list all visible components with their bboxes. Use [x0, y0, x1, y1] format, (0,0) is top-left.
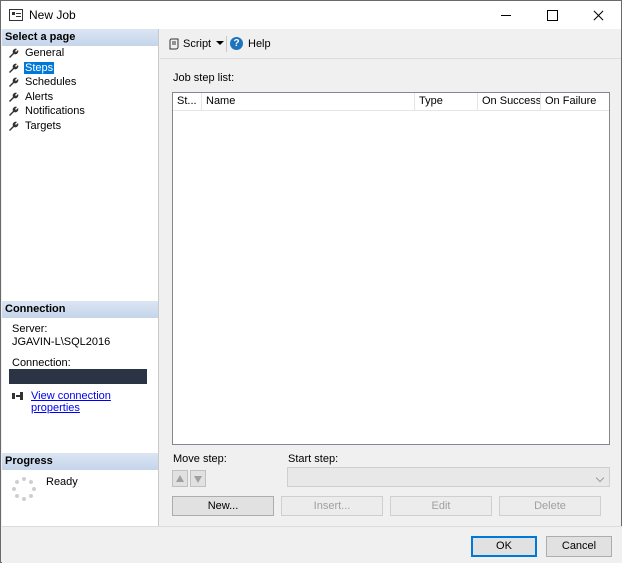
dialog-footer: OK Cancel	[2, 526, 622, 563]
page-label: Alerts	[25, 90, 54, 103]
move-step-label: Move step:	[173, 453, 227, 465]
column-header-type[interactable]: Type	[415, 93, 478, 111]
grid-header: St... Name Type On Success On Failure	[173, 93, 609, 111]
progress-header: Progress	[2, 453, 158, 470]
job-step-grid[interactable]: St... Name Type On Success On Failure	[172, 92, 610, 445]
wrench-icon	[9, 121, 19, 131]
delete-step-button[interactable]: Delete	[499, 496, 601, 516]
ok-button[interactable]: OK	[471, 536, 537, 557]
progress-spinner-icon	[12, 477, 36, 501]
column-header-on-failure[interactable]: On Failure	[541, 93, 609, 111]
page-label: Targets	[25, 119, 62, 132]
wrench-icon	[9, 106, 19, 116]
server-value: JGAVIN-L\SQL2016	[12, 336, 111, 348]
progress-status: Ready	[46, 476, 78, 488]
page-label: Steps	[24, 61, 55, 74]
connection-header: Connection	[2, 301, 158, 318]
help-icon[interactable]: ?	[230, 37, 243, 50]
window-title: New Job	[29, 8, 76, 22]
close-button[interactable]	[575, 1, 621, 29]
script-icon[interactable]	[168, 38, 180, 50]
wrench-icon	[9, 48, 19, 58]
page-item-general[interactable]: General	[8, 46, 86, 61]
edit-step-button[interactable]: Edit	[390, 496, 492, 516]
new-step-button[interactable]: New...	[172, 496, 274, 516]
move-step-down-button[interactable]	[190, 470, 206, 487]
wrench-icon	[9, 77, 19, 87]
connection-value-redacted	[9, 369, 147, 384]
wrench-icon	[9, 63, 19, 73]
page-item-steps[interactable]: Steps	[8, 61, 86, 76]
column-header-on-success[interactable]: On Success	[478, 93, 541, 111]
page-list: General Steps Schedules Alerts Notificat…	[8, 46, 86, 133]
page-item-schedules[interactable]: Schedules	[8, 75, 86, 90]
minimize-button[interactable]	[483, 1, 529, 29]
column-header-step[interactable]: St...	[173, 93, 202, 111]
select-page-header: Select a page	[2, 29, 158, 46]
start-step-label: Start step:	[288, 453, 339, 465]
connection-properties-icon	[12, 392, 23, 400]
left-panel: Select a page General Steps Schedules Al…	[2, 29, 159, 526]
page-item-alerts[interactable]: Alerts	[8, 90, 86, 105]
title-bar: New Job	[1, 1, 621, 29]
help-button[interactable]: Help	[248, 38, 271, 50]
page-item-notifications[interactable]: Notifications	[8, 104, 86, 119]
view-connection-properties-link[interactable]: View connection properties	[31, 390, 158, 414]
server-label: Server:	[12, 323, 48, 335]
start-step-select[interactable]	[287, 467, 610, 487]
main-panel: Script ? Help Job step list: St... Name …	[160, 29, 621, 526]
script-dropdown-arrow-icon[interactable]	[216, 41, 224, 45]
new-job-window: New Job Select a page General Steps Sche…	[0, 0, 622, 563]
maximize-button[interactable]	[529, 1, 575, 29]
script-button[interactable]: Script	[183, 38, 211, 50]
page-item-targets[interactable]: Targets	[8, 119, 86, 134]
wrench-icon	[9, 92, 19, 102]
toolbar-separator	[226, 36, 227, 52]
window-app-icon	[9, 9, 23, 21]
cancel-button[interactable]: Cancel	[546, 536, 612, 557]
page-label: General	[25, 47, 65, 59]
column-header-name[interactable]: Name	[202, 93, 415, 111]
toolbar: Script ? Help	[160, 29, 621, 59]
page-label: Schedules	[25, 76, 77, 88]
page-label: Notifications	[25, 105, 85, 117]
connection-label: Connection:	[12, 357, 71, 369]
move-step-up-button[interactable]	[172, 470, 188, 487]
insert-step-button[interactable]: Insert...	[281, 496, 383, 516]
job-step-list-label: Job step list:	[173, 72, 235, 84]
